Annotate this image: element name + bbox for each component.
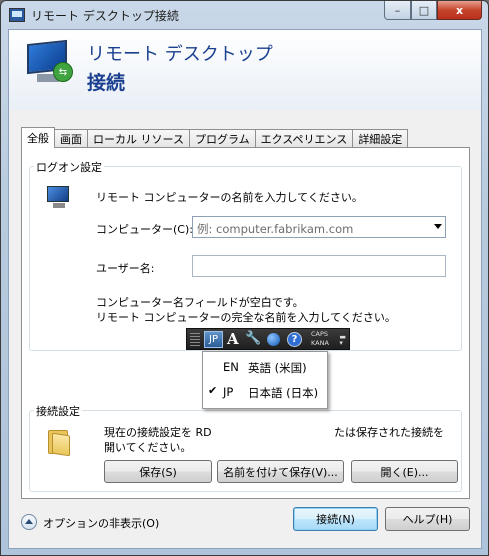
open-button[interactable]: 開く(E)... [351, 460, 458, 483]
help-button[interactable]: ヘルプ(H) [385, 507, 470, 531]
close-button[interactable]: x [437, 1, 482, 20]
menu-item-label: 英語 (米国) [248, 361, 307, 375]
connect-button[interactable]: 接続(N) [293, 507, 378, 531]
header-banner: ⇆ リモート デスクトップ 接続 [9, 30, 481, 110]
tab-display[interactable]: 画面 [54, 129, 88, 148]
remote-desktop-icon: ⇆ [23, 39, 75, 88]
connection-desc-2: 開いてください。 [104, 441, 192, 454]
menu-item-code: EN [223, 360, 239, 374]
username-label: ユーザー名: [96, 262, 155, 275]
tab-advanced[interactable]: 詳細設定 [352, 129, 409, 148]
logon-instruction: リモート コンピューターの名前を入力してください。 [96, 191, 363, 204]
options-menu-icon[interactable]: ▬ ▾ [339, 334, 346, 347]
kana-label: KANA [311, 339, 329, 347]
ime-pad-icon[interactable] [267, 333, 280, 346]
computer-icon [45, 186, 73, 210]
general-tab-panel: ログオン設定 リモート コンピューターの名前を入力してください。 コンピューター… [21, 147, 470, 499]
input-language-button[interactable]: JP [204, 331, 223, 348]
menu-item-label: 日本語 (日本) [248, 386, 319, 400]
menu-item-japanese[interactable]: ✔ JP 日本語 (日本) [203, 381, 327, 403]
connection-settings-legend: 接続設定 [34, 403, 82, 419]
header-title: リモート デスクトップ [87, 44, 273, 65]
menu-item-code: JP [223, 385, 234, 399]
help-icon[interactable]: ? [287, 332, 302, 347]
check-icon: ✔ [208, 384, 218, 397]
tab-experience[interactable]: エクスペリエンス [254, 129, 354, 148]
minimize-button[interactable]: – [384, 1, 411, 20]
app-icon[interactable] [9, 8, 25, 22]
save-as-button[interactable]: 名前を付けて保存(V)... [217, 460, 344, 483]
username-field[interactable] [192, 255, 446, 277]
computer-combobox[interactable]: 例: computer.fabrikam.com [192, 216, 446, 238]
rdp-window: リモート デスクトップ接続 – □ x ⇆ リモート デスクトップ 接続 全般 … [0, 0, 489, 556]
caps-kana-indicator: CAPS KANA [311, 330, 329, 348]
logon-settings-legend: ログオン設定 [34, 159, 104, 175]
caption-buttons: – □ x [384, 1, 482, 21]
computer-label: コンピューター(C): [96, 223, 193, 236]
ime-mode-icon[interactable]: A [227, 330, 239, 348]
maximize-button[interactable]: □ [411, 1, 437, 20]
tab-strip: 全般 画面 ローカル リソース プログラム エクスペリエンス 詳細設定 [21, 127, 409, 148]
connection-desc-1-tail: たは保存された接続を [334, 426, 444, 439]
input-language-menu: EN 英語 (米国) ✔ JP 日本語 (日本) [202, 351, 328, 409]
computer-placeholder: 例: computer.fabrikam.com [197, 222, 354, 236]
caps-label: CAPS [311, 330, 329, 338]
options-toggle-label[interactable]: オプションの非表示(O) [43, 515, 159, 531]
tab-local-resources[interactable]: ローカル リソース [87, 129, 190, 148]
header-subtitle: 接続 [87, 72, 126, 94]
tab-programs[interactable]: プログラム [188, 129, 256, 148]
title-bar[interactable]: リモート デスクトップ接続 – □ x [1, 1, 488, 29]
wrench-icon[interactable]: 🔧 [245, 331, 261, 346]
client-area: ⇆ リモート デスクトップ 接続 全般 画面 ローカル リソース プログラム エ… [8, 29, 482, 549]
drag-handle-icon[interactable] [190, 333, 200, 346]
chevron-down-icon[interactable] [434, 224, 442, 229]
empty-name-warning-2: リモート コンピューターの完全な名前を入力してください。 [96, 311, 396, 324]
language-bar[interactable]: JP A 🔧 ? CAPS KANA ▬ ▾ [186, 328, 350, 350]
menu-item-english[interactable]: EN 英語 (米国) [203, 356, 327, 378]
connection-desc-1: 現在の接続設定を RD [104, 426, 212, 439]
save-button[interactable]: 保存(S) [104, 460, 212, 483]
chevron-up-icon[interactable] [21, 514, 37, 530]
folder-icon [46, 426, 72, 457]
empty-name-warning-1: コンピューター名フィールドが空白です。 [96, 296, 304, 309]
tab-general[interactable]: 全般 [21, 127, 55, 148]
window-title: リモート デスクトップ接続 [31, 9, 179, 23]
